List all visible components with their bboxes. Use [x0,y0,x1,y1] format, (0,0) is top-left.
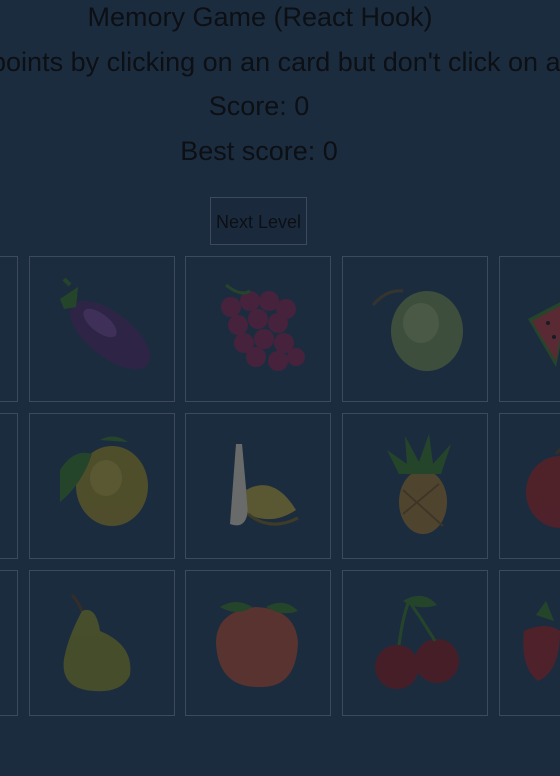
banana-icon [230,444,299,526]
card-partial-left[interactable] [0,256,18,402]
card-partial-left[interactable] [0,570,18,716]
card-red-apple[interactable] [499,413,560,559]
melon-icon [371,289,463,371]
card-watermelon[interactable] [499,256,560,402]
next-level-button[interactable]: Next Level [210,197,307,245]
pineapple-icon [387,434,451,534]
grapes-icon [221,283,305,371]
card-cherries[interactable] [342,570,488,716]
page-title: Memory Game (React Hook) [87,2,433,32]
game-page: Memory Game (React Hook) Get points by c… [0,0,560,776]
card-eggplant[interactable] [29,256,175,402]
card-lemon[interactable] [29,413,175,559]
card-strawberry[interactable] [499,570,560,716]
watermelon-icon [528,302,560,367]
pear-icon [63,593,131,692]
peach-icon [216,602,298,688]
strawberry-icon [523,601,560,681]
cherries-icon [375,595,459,689]
card-partial-left[interactable] [0,413,18,559]
card-peach[interactable] [185,570,331,716]
lemon-icon [60,436,148,526]
card-pineapple[interactable] [342,413,488,559]
best-score-label: Best score: 0 [180,136,338,166]
card-pear[interactable] [29,570,175,716]
card-banana[interactable] [185,413,331,559]
eggplant-icon [60,277,151,370]
red-apple-icon [526,447,560,528]
card-grapes[interactable] [185,256,331,402]
card-melon[interactable] [342,256,488,402]
score-label: Score: 0 [208,91,310,121]
instructions-text: Get points by clicking on an card but do… [0,47,560,77]
